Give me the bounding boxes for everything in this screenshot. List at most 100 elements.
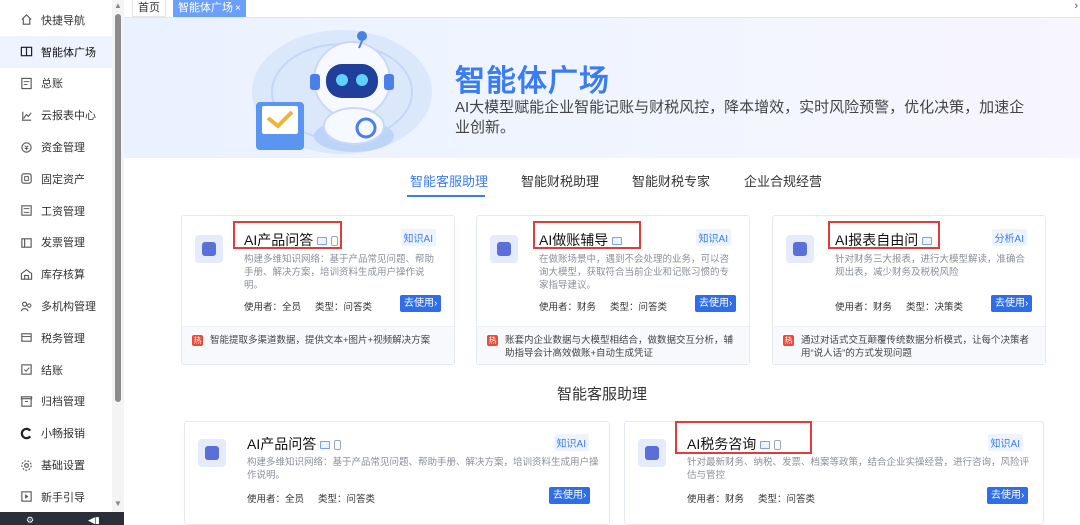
use-button[interactable]: 去使用› — [400, 295, 442, 312]
type-label: 类型：问答类 — [315, 302, 373, 313]
card-description: 构建多维知识网络：基于产品常见问题、帮助手册、解决方案，培训资料生成用户操作说明… — [247, 457, 599, 481]
invoice-icon — [19, 235, 33, 249]
sidebar-item-label: 小畅报销 — [41, 428, 85, 441]
card-meta: 使用者：全员 类型：问答类 — [244, 299, 386, 313]
highlight-box — [233, 221, 342, 249]
user-label: 使用者：全员 — [244, 302, 302, 313]
card-product-qa[interactable]: AI产品问答 知识AI 构建多维知识网络：基于产品常见问题、帮助手册、解决方案，… — [184, 421, 610, 525]
card-meta: 使用者：全员 类型：问答类 — [247, 491, 389, 505]
type-label: 类型：决策类 — [906, 302, 964, 313]
tax-icon — [19, 331, 33, 345]
mobile-icon — [334, 440, 342, 451]
sidebar-item-quick-nav[interactable]: 快捷导航 — [0, 4, 112, 36]
settings-gear-icon[interactable]: ⚙ — [26, 515, 34, 525]
sidebar-item-invoice[interactable]: 发票管理 — [0, 227, 112, 259]
desktop-icon — [320, 441, 331, 450]
card-title: AI产品问答 — [247, 434, 342, 454]
highlight-box — [675, 421, 812, 454]
tab-close-icon[interactable]: × — [235, 3, 241, 14]
scroll-down-arrow-icon[interactable]: ▼ — [114, 500, 122, 508]
org-icon — [19, 299, 33, 313]
tab-finance-expert[interactable]: 智能财税专家 — [632, 171, 710, 190]
badge: 知识AI — [553, 434, 589, 451]
tab-bar: 首页 智能体广场 × › — [124, 0, 1080, 18]
edit-doc-icon — [638, 439, 666, 467]
sidebar-item-label: 新手引导 — [41, 491, 85, 504]
scroll-up-arrow-icon[interactable]: ▲ — [114, 2, 122, 10]
card-footer-text: 账套内企业数据与大模型相结合，做数据交互分析，辅助指导会计高效做账+自动生成凭证 — [505, 335, 734, 359]
home-icon — [19, 13, 33, 27]
sidebar-item-label: 固定资产 — [41, 173, 85, 186]
badge: 知识AI — [400, 229, 436, 246]
close-all-icon[interactable]: › — [1074, 0, 1078, 12]
warehouse-icon — [19, 267, 33, 281]
hot-badge: 热 — [487, 335, 498, 346]
sidebar-item-archive[interactable]: 归档管理 — [0, 386, 112, 418]
star-badge-icon — [490, 235, 518, 263]
card-description: 在做账场景中，遇到不会处理的业务，可以咨询大模型，获取符合当前企业和记账习惯的专… — [539, 254, 730, 291]
user-label: 使用者：财务 — [539, 302, 597, 313]
robot-illustration-icon — [252, 30, 432, 154]
card-description: 针对财务三大报表，进行大模型解读，准确合规出表，减少财务及税税风险 — [835, 254, 1026, 278]
sidebar-item-fixed-assets[interactable]: 固定资产 — [0, 163, 112, 195]
sidebar-item-tax[interactable]: 税务管理 — [0, 322, 112, 354]
page-description: AI大模型赋能企业智能记账与财税风控，降本增效，实时风险预警，优化决策，加速企业… — [455, 99, 1025, 136]
hero-banner: 智能体广场 AI大模型赋能企业智能记账与财税风控，降本增效，实时风险预警，优化决… — [124, 18, 1080, 158]
sidebar-item-ledger[interactable]: 总账 — [0, 68, 112, 100]
salary-icon — [19, 204, 33, 218]
sidebar-item-basic-settings[interactable]: 基础设置 — [0, 449, 112, 481]
sidebar-item-label: 资金管理 — [41, 142, 85, 155]
sidebar-item-label: 基础设置 — [41, 460, 85, 473]
scroll-thumb[interactable] — [115, 14, 121, 402]
doc-list-icon — [198, 439, 226, 467]
calendar-star-icon — [786, 235, 814, 263]
sidebar-item-label: 云报表中心 — [41, 110, 96, 123]
card-meta: 使用者：财务 类型：问答类 — [539, 299, 681, 313]
sidebar-item-multi-org[interactable]: 多机构管理 — [0, 290, 112, 322]
sound-icon[interactable]: ◀▮ — [88, 515, 100, 525]
use-button[interactable]: 去使用› — [549, 487, 591, 504]
sidebar-item-reimburse[interactable]: 小畅报销 — [0, 417, 112, 449]
highlight-box — [533, 221, 641, 249]
sidebar-item-label: 智能体广场 — [41, 46, 96, 59]
guide-icon — [19, 490, 33, 504]
sidebar-item-label: 库存核算 — [41, 269, 85, 282]
sidebar-item-cloud-report[interactable]: 云报表中心 — [0, 99, 112, 131]
type-label: 类型：问答类 — [318, 494, 376, 505]
money-icon — [19, 140, 33, 154]
type-label: 类型：问答类 — [610, 302, 668, 313]
sidebar-item-label: 多机构管理 — [41, 301, 96, 314]
card-footer-text: 智能提取多渠道数据，提供文本+图片+视频解决方案 — [210, 335, 431, 346]
card-description: 构建多维知识网络：基于产品常见问题、帮助手册、解决方案，培训资料生成用户操作说明… — [244, 254, 435, 291]
badge: 知识AI — [695, 229, 731, 246]
page-title: 智能体广场 — [455, 65, 610, 98]
tab-compliance[interactable]: 企业合规经营 — [744, 171, 822, 190]
sidebar-scrollbar[interactable]: ▲ ▼ — [112, 0, 124, 512]
sidebar-item-salary[interactable]: 工资管理 — [0, 195, 112, 227]
user-label: 使用者：财务 — [687, 494, 745, 505]
tab-smart-service[interactable]: 智能客服助理 — [410, 171, 488, 190]
use-button[interactable]: 去使用› — [695, 295, 737, 312]
use-button[interactable]: 去使用› — [991, 295, 1033, 312]
tab-home[interactable]: 首页 — [132, 0, 166, 17]
card-meta: 使用者：财务 类型：决策类 — [835, 299, 977, 313]
archive-icon — [19, 394, 33, 408]
sidebar-item-inventory[interactable]: 库存核算 — [0, 258, 112, 290]
tab-smart-finance[interactable]: 智能财税助理 — [521, 171, 599, 190]
tab-agent-square[interactable]: 智能体广场 × — [173, 0, 246, 17]
sidebar-item-agent-square[interactable]: 智能体广场 — [0, 35, 112, 68]
badge: 知识AI — [987, 434, 1023, 451]
type-label: 类型：问答类 — [758, 494, 816, 505]
sidebar-item-label: 工资管理 — [41, 205, 85, 218]
highlight-box — [828, 221, 940, 249]
card-description: 针对最新财务、纳税、发票、档案等政策，结合企业实操经营，进行咨询，风险评估与管控 — [687, 457, 1030, 481]
sidebar: 快捷导航 智能体广场 总账 云报表中心 资金管理 固定资产 工资管理 发票管理 — [0, 0, 124, 525]
category-tabs: 智能客服助理 智能财税助理 智能财税专家 企业合规经营 — [124, 158, 1080, 198]
sidebar-item-close-book[interactable]: 结账 — [0, 354, 112, 386]
sidebar-item-funds[interactable]: 资金管理 — [0, 131, 112, 163]
sidebar-menu: 快捷导航 智能体广场 总账 云报表中心 资金管理 固定资产 工资管理 发票管理 — [0, 4, 112, 513]
active-tab-underline — [407, 195, 485, 197]
sidebar-item-guide[interactable]: 新手引导 — [0, 481, 112, 513]
use-button[interactable]: 去使用› — [987, 487, 1029, 504]
book-icon — [19, 45, 33, 59]
